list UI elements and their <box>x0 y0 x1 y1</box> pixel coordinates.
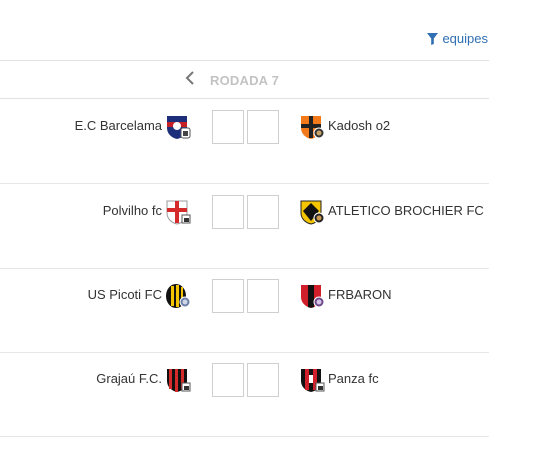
home-team-name: Polvilho fc <box>102 203 162 218</box>
home-team-name: US Picoti FC <box>87 287 162 302</box>
home-score-input[interactable] <box>212 279 244 313</box>
crest-red-black-white-icon[interactable] <box>299 367 325 393</box>
match-row: Grajaú F.C. Panza fc <box>0 352 489 437</box>
filter-icon <box>427 32 439 45</box>
home-score-input[interactable] <box>212 363 244 397</box>
crest-red-black-icon[interactable] <box>299 283 325 309</box>
crest-yellow-black-stripes-icon[interactable] <box>165 283 191 309</box>
away-score-input[interactable] <box>247 279 279 313</box>
away-score-input[interactable] <box>247 110 279 144</box>
teams-filter-link[interactable]: equipes <box>427 31 488 46</box>
away-team-name: Panza fc <box>328 371 379 386</box>
away-team-name: ATLETICO BROCHIER FC <box>328 203 484 218</box>
crest-orange-cross-icon[interactable] <box>299 114 325 140</box>
crest-white-red-cross-icon[interactable] <box>165 199 191 225</box>
crest-blue-red-icon[interactable] <box>165 114 191 140</box>
match-row: US Picoti FC FRBARON <box>0 268 489 353</box>
home-score-input[interactable] <box>212 195 244 229</box>
previous-round-button[interactable] <box>181 70 199 90</box>
away-score-input[interactable] <box>247 363 279 397</box>
home-team-name: Grajaú F.C. <box>96 371 162 386</box>
match-row: Polvilho fc ATLETICO BROCHIER FC <box>0 184 489 269</box>
teams-filter-label: equipes <box>442 31 488 46</box>
away-team-name: FRBARON <box>328 287 392 302</box>
away-team-name: Kadosh o2 <box>328 118 391 133</box>
match-row: E.C Barcelama Kadosh o2 <box>0 99 489 184</box>
round-title: RODADA 7 <box>210 73 280 88</box>
home-score-input[interactable] <box>212 110 244 144</box>
away-score-input[interactable] <box>247 195 279 229</box>
crest-red-black-stripes-icon[interactable] <box>165 367 191 393</box>
chevron-left-icon <box>185 70 195 91</box>
round-navigation: RODADA 7 <box>0 60 489 99</box>
crest-yellow-black-icon[interactable] <box>299 199 325 225</box>
home-team-name: E.C Barcelama <box>74 118 162 133</box>
